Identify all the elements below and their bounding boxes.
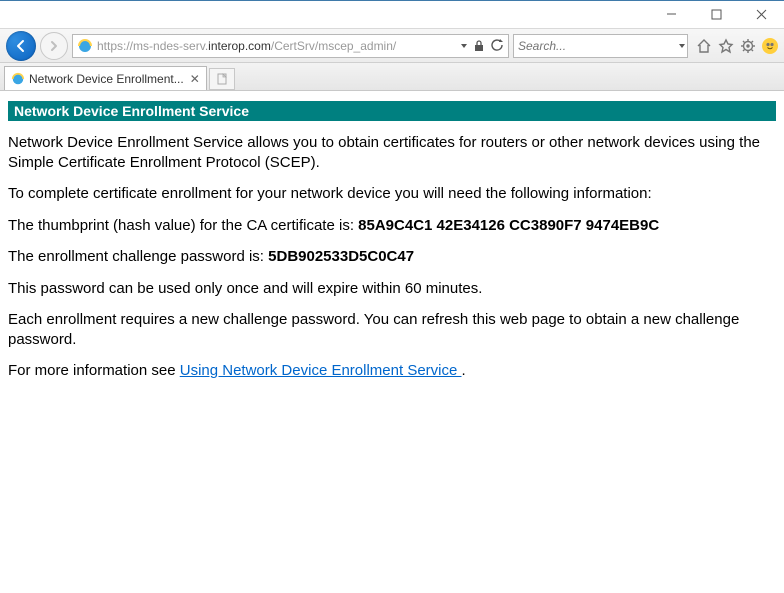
password-value: 5DB902533D5C0C47 [268, 248, 414, 265]
home-icon[interactable] [696, 38, 712, 54]
window-titlebar [0, 1, 784, 29]
page-banner: Network Device Enrollment Service [8, 101, 776, 121]
minimize-button[interactable] [649, 1, 694, 29]
chevron-down-icon[interactable] [461, 44, 467, 48]
tab-title: Network Device Enrollment... [29, 72, 184, 86]
url-text: https://ms-ndes-serv.interop.com/CertSrv… [97, 39, 457, 53]
expire-text: This password can be used only once and … [8, 279, 776, 299]
tab-bar: Network Device Enrollment... ✕ [0, 63, 784, 91]
search-box[interactable] [513, 34, 688, 58]
need-info-text: To complete certificate enrollment for y… [8, 184, 776, 204]
thumbprint-line: The thumbprint (hash value) for the CA c… [8, 216, 776, 236]
maximize-button[interactable] [694, 1, 739, 29]
password-line: The enrollment challenge password is: 5D… [8, 247, 776, 267]
gear-icon[interactable] [740, 38, 756, 54]
toolbar-icons [692, 38, 778, 54]
close-icon[interactable]: ✕ [188, 72, 200, 86]
refresh-icon[interactable] [491, 39, 504, 52]
more-info-line: For more information see Using Network D… [8, 361, 776, 381]
smiley-icon[interactable] [762, 38, 778, 54]
page-content: Network Device Enrollment Service Networ… [0, 91, 784, 391]
lock-icon [473, 40, 485, 52]
page-icon [216, 73, 228, 85]
star-icon[interactable] [718, 38, 734, 54]
forward-button[interactable] [40, 32, 68, 60]
refresh-text: Each enrollment requires a new challenge… [8, 310, 776, 349]
address-bar-icons [461, 39, 504, 52]
tab-active[interactable]: Network Device Enrollment... ✕ [4, 66, 207, 90]
new-tab-button[interactable] [209, 68, 235, 90]
intro-text: Network Device Enrollment Service allows… [8, 133, 776, 172]
thumbprint-value: 85A9C4C1 42E34126 CC3890F7 9474EB9C [358, 217, 659, 234]
browser-navbar: https://ms-ndes-serv.interop.com/CertSrv… [0, 29, 784, 63]
more-info-link[interactable]: Using Network Device Enrollment Service [180, 362, 462, 379]
back-button[interactable] [6, 31, 36, 61]
close-button[interactable] [739, 1, 784, 29]
ie-icon [11, 72, 25, 86]
ie-icon [77, 38, 93, 54]
search-input[interactable] [518, 39, 675, 53]
chevron-down-icon[interactable] [679, 44, 685, 48]
address-bar[interactable]: https://ms-ndes-serv.interop.com/CertSrv… [72, 34, 509, 58]
